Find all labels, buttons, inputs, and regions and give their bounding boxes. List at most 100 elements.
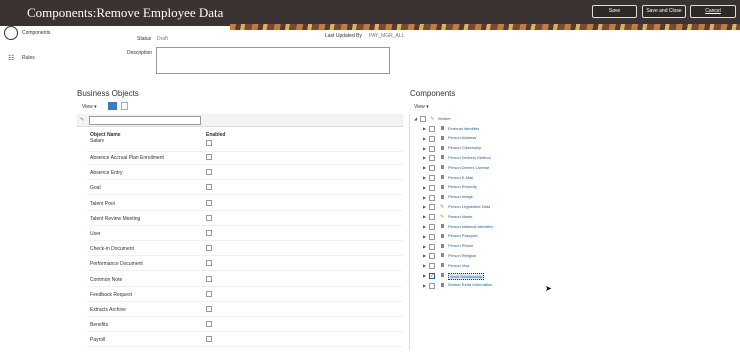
tree-item[interactable]: Person Address	[448, 135, 476, 140]
rail-rules[interactable]: Rules	[22, 55, 35, 61]
tree-checkbox[interactable]	[429, 214, 435, 221]
tree-checkbox[interactable]	[429, 224, 435, 230]
bo-table-row[interactable]: Absence Accrual Plan Enrollment	[87, 150, 403, 165]
bo-table-row[interactable]: Talent Review Meeting	[87, 211, 403, 226]
tree-expand-icon[interactable]: ◢	[414, 116, 417, 121]
bo-table-row[interactable]: Goal	[87, 180, 403, 196]
tree-expand-icon[interactable]: ▶	[423, 204, 426, 209]
tree-item[interactable]: Person Religion	[448, 253, 476, 258]
tree-expand-icon[interactable]: ▶	[423, 185, 426, 190]
components-view-menu[interactable]: View ▾	[414, 104, 429, 110]
bo-table-row[interactable]: Common Note	[87, 272, 403, 287]
tree-expand-icon[interactable]: ▶	[423, 224, 426, 229]
tree-expand-icon[interactable]: ▶	[423, 195, 426, 200]
tree-expand-icon[interactable]: ▶	[423, 214, 426, 219]
bo-object-name: Salary	[90, 138, 105, 142]
tree-expand-icon[interactable]: ▶	[423, 283, 426, 288]
save-button[interactable]: Save	[592, 5, 637, 18]
tree-checkbox[interactable]	[429, 165, 435, 172]
tree-checkbox[interactable]	[429, 184, 435, 191]
rail-components[interactable]: Components	[22, 30, 50, 36]
rules-icon[interactable]: ☷	[8, 54, 14, 62]
pencil-icon: ✎	[440, 214, 445, 221]
bo-view-menu[interactable]: View ▾	[82, 104, 97, 110]
bo-table-row[interactable]: Extracts Archive	[87, 302, 403, 317]
enabled-checkbox[interactable]	[206, 199, 212, 206]
trash-icon	[441, 243, 444, 248]
enabled-checkbox[interactable]	[206, 336, 212, 343]
bo-filter-input[interactable]	[89, 116, 201, 125]
tree-checkbox[interactable]	[420, 116, 426, 122]
tree-expand-icon[interactable]: ▶	[423, 253, 426, 258]
bo-table-row[interactable]: Absence Entry	[87, 165, 403, 181]
tree-root-worker[interactable]: Worker	[438, 116, 451, 121]
bo-table-row[interactable]: Benefits	[87, 317, 403, 333]
tree-expand-icon[interactable]: ▶	[423, 234, 426, 239]
enabled-checkbox[interactable]	[206, 260, 212, 267]
bo-detach-icon[interactable]	[108, 102, 117, 110]
enabled-checkbox[interactable]	[206, 306, 212, 312]
description-field[interactable]	[156, 47, 390, 74]
enabled-checkbox[interactable]	[206, 140, 212, 146]
enabled-checkbox[interactable]	[206, 154, 212, 160]
tree-expand-icon[interactable]: ▶	[423, 165, 426, 170]
tree-expand-icon[interactable]: ▶	[423, 175, 426, 180]
business-objects-title: Business Objects	[77, 89, 139, 98]
enabled-checkbox[interactable]	[206, 321, 212, 328]
tree-expand-icon[interactable]: ▶	[423, 155, 426, 160]
tree-item[interactable]: Person Legislative Data	[448, 204, 490, 209]
tree-checkbox[interactable]	[429, 253, 435, 260]
bo-freeze-icon[interactable]	[121, 102, 128, 110]
tree-item[interactable]: Person Delivery Method	[448, 155, 491, 160]
tree-item[interactable]: Person Visa	[448, 263, 470, 268]
tree-item[interactable]: Work Relationship	[448, 272, 485, 280]
save-and-close-button[interactable]: Save and Close	[642, 5, 686, 18]
tree-item[interactable]: Person Drivers License	[448, 165, 489, 170]
tree-item[interactable]: Person Ethnicity	[448, 184, 477, 189]
enabled-checkbox[interactable]	[206, 275, 212, 282]
tree-item[interactable]: Person Passport	[448, 233, 478, 238]
tree-checkbox[interactable]	[429, 126, 435, 132]
tree-checkbox[interactable]: ✓	[429, 273, 435, 279]
bo-table-row[interactable]: Payroll	[87, 332, 403, 348]
enabled-checkbox[interactable]	[206, 245, 212, 252]
bo-object-name: Extracts Archive	[90, 307, 126, 313]
tree-expand-icon[interactable]: ▶	[423, 263, 426, 268]
enabled-checkbox[interactable]	[206, 290, 212, 297]
tree-checkbox[interactable]	[429, 175, 435, 181]
bo-table-row[interactable]: Feedback Request	[87, 287, 403, 302]
tree-item[interactable]: Person National Identifier	[448, 224, 493, 229]
tree-checkbox[interactable]	[429, 243, 435, 250]
enabled-checkbox[interactable]	[206, 184, 212, 191]
tree-checkbox[interactable]	[429, 194, 435, 201]
tree-checkbox[interactable]	[429, 282, 435, 289]
tree-checkbox[interactable]	[429, 204, 435, 211]
tree-expand-icon[interactable]: ▶	[423, 244, 426, 249]
tree-expand-icon[interactable]: ▶	[423, 136, 426, 141]
bo-table-row[interactable]: User	[87, 226, 403, 241]
tree-item[interactable]: Person Phone	[448, 243, 473, 248]
cancel-button[interactable]: Cancel	[690, 5, 736, 18]
tree-checkbox[interactable]	[429, 135, 435, 142]
bo-table-row[interactable]: Talent Pool	[87, 196, 403, 211]
tree-item[interactable]: Worker Extra Information	[448, 282, 492, 287]
enabled-checkbox[interactable]	[206, 214, 212, 221]
tree-expand-icon[interactable]: ▶	[423, 273, 426, 278]
tree-expand-icon[interactable]: ▶	[423, 126, 426, 131]
tree-item[interactable]: Person Image	[448, 194, 473, 199]
tree-item[interactable]: External Identifier	[448, 126, 479, 131]
tree-checkbox[interactable]	[429, 155, 435, 162]
tree-checkbox[interactable]	[429, 233, 435, 240]
tree-expand-icon[interactable]: ▶	[423, 146, 426, 151]
components-icon[interactable]	[4, 26, 18, 40]
tree-checkbox[interactable]	[429, 145, 435, 152]
bo-table-row[interactable]: Performance Document	[87, 256, 403, 272]
tree-checkbox[interactable]	[429, 263, 435, 270]
enabled-checkbox[interactable]	[206, 169, 212, 176]
tree-item[interactable]: Person E-Mail	[448, 175, 473, 180]
tree-item[interactable]: Person Citizenship	[448, 145, 481, 150]
filter-icon[interactable]: ✎	[80, 117, 84, 123]
bo-table-row[interactable]: Check-in Document	[87, 241, 403, 257]
enabled-checkbox[interactable]	[206, 230, 212, 236]
tree-item[interactable]: Person Name	[448, 214, 472, 219]
